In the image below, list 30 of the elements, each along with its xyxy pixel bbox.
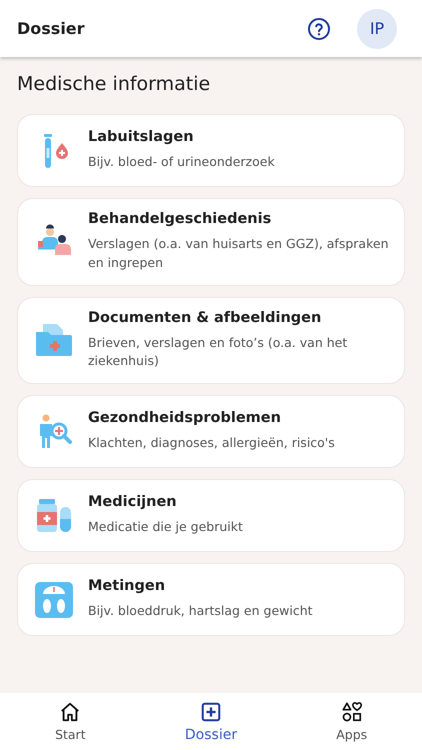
nav-tab[interactable]: Start [0, 693, 141, 750]
section-title: Medische informatie [17, 73, 212, 95]
card-title: Behandelgeschiedenis [88, 211, 272, 227]
card-title: Medicijnen [88, 494, 178, 510]
plus-square-icon [200, 700, 222, 722]
card-description: Medicatie die je gebruikt [88, 518, 243, 536]
category-card[interactable]: Gezondheidsproblemen Klachten, diagnoses, allergieën, risico's [17, 395, 405, 468]
category-card[interactable]: Behandelgeschiedenis Verslagen (o.a. van huisarts en GGZ), afspraken en ingrepen [17, 198, 405, 286]
category-card[interactable]: Documenten & afbeeldingen Brieven, verslagen en foto’s (o.a. van het ziekenhuis) [17, 296, 405, 384]
card-description: Klachten, diagnoses, allergieën, risico's [88, 434, 335, 452]
help-icon [307, 16, 331, 40]
nav-tab[interactable]: Apps [281, 693, 422, 750]
category-card[interactable]: Medicijnen Medicatie die je gebruikt [17, 479, 405, 552]
card-title: Gezondheidsproblemen [88, 410, 282, 426]
help-button[interactable] [307, 16, 331, 40]
nav-tab[interactable]: Dossier [140, 693, 282, 750]
category-card[interactable]: Metingen Bijv. bloeddruk, hartslag en gewicht [17, 563, 405, 636]
category-card[interactable]: Labuitslagen Bijv. bloed- of urineonderzoek [17, 114, 405, 187]
card-description: Bijv. bloed- of urineonderzoek [88, 153, 275, 172]
card-title: Metingen [88, 578, 166, 594]
shapes-icon [340, 701, 363, 723]
scale-icon [34, 580, 74, 620]
card-title: Documenten & afbeeldingen [88, 310, 322, 326]
card-description: Brieven, verslagen en foto’s (o.a. van het ziekenhuis) [88, 334, 348, 370]
page-title: Dossier [17, 19, 85, 38]
card-title: Labuitslagen [88, 129, 195, 146]
card-description: Verslagen (o.a. van huisarts en GGZ), afspraken en ingrepen [88, 235, 390, 272]
home-icon [59, 701, 82, 723]
profile-avatar-button[interactable]: IP [357, 8, 397, 48]
card-description: Bijv. bloeddruk, hartslag en gewicht [88, 602, 313, 620]
